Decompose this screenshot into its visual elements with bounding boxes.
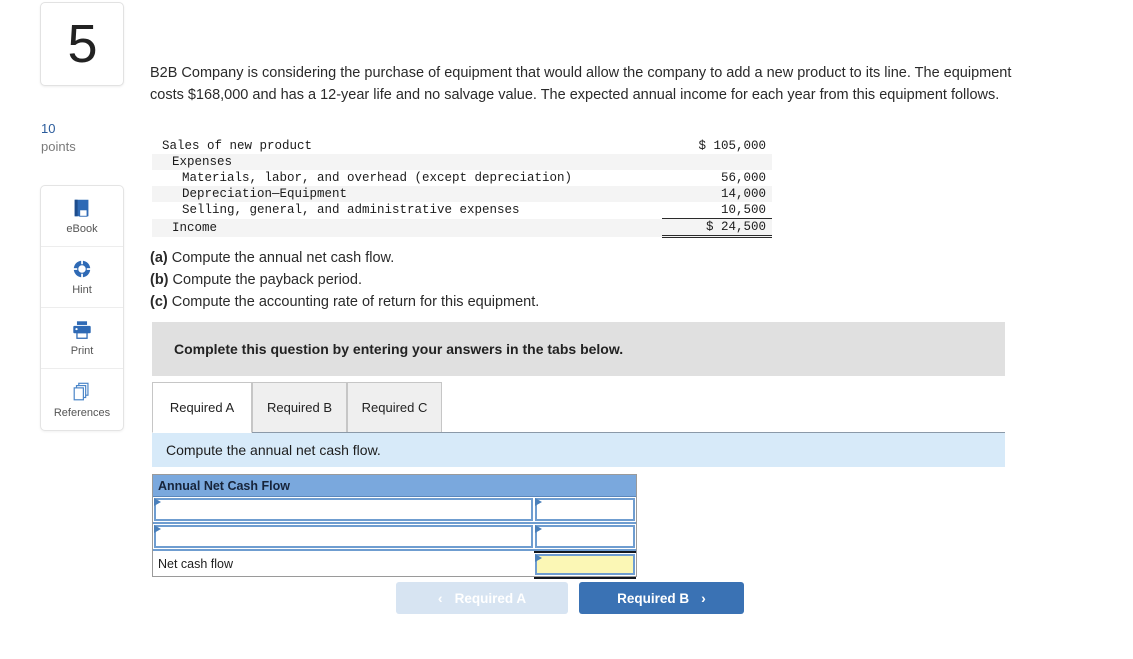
requirement-b: (b) Compute the payback period. [150, 269, 539, 291]
table-row: Depreciation—Equipment 14,000 [152, 186, 772, 202]
points-display: 10 points [41, 120, 76, 155]
answer-row-2-label-input[interactable] [154, 525, 533, 548]
total-underline [534, 577, 636, 579]
fin-row-label: Selling, general, and administrative exp… [182, 203, 520, 218]
tab-required-b-label: Required B [266, 400, 333, 415]
hint-label: Hint [72, 284, 92, 296]
question-number: 5 [67, 14, 97, 74]
financial-statement-table: Sales of new product $ 105,000 Expenses … [152, 138, 772, 238]
answer-grid-header: Annual Net Cash Flow [153, 475, 636, 497]
ebook-label: eBook [66, 223, 98, 235]
next-required-b-button[interactable]: Required B › [579, 582, 744, 614]
requirement-b-text: Compute the payback period. [172, 272, 362, 289]
fin-row-amount: $ 105,000 [698, 139, 766, 153]
net-cash-flow-label: Net cash flow [158, 556, 234, 571]
dropdown-marker-icon [154, 498, 161, 506]
net-cash-flow-value-cell[interactable] [534, 551, 636, 579]
tab-underline [152, 432, 1005, 433]
fin-row-amount: 14,000 [662, 186, 772, 202]
tab-required-c-label: Required C [361, 400, 428, 415]
answer-row-2-value-cell[interactable] [534, 524, 636, 549]
copy-pages-icon [73, 382, 89, 400]
hint-button[interactable]: Hint [41, 247, 123, 308]
table-row: Sales of new product $ 105,000 [152, 138, 772, 154]
net-cash-flow-input[interactable] [535, 554, 635, 575]
requirement-a: (a) Compute the annual net cash flow. [150, 247, 539, 269]
tab-instruction-text: Compute the annual net cash flow. [166, 442, 381, 458]
prev-required-a-label: Required A [454, 590, 527, 606]
table-row [153, 524, 636, 549]
fin-row-label: Income [152, 218, 662, 237]
points-value: 10 [41, 121, 56, 136]
tab-required-b[interactable]: Required B [252, 382, 347, 433]
dropdown-marker-icon [535, 554, 542, 562]
references-label: References [53, 406, 111, 419]
tab-required-a[interactable]: Required A [152, 382, 252, 433]
references-button[interactable]: References [41, 369, 123, 430]
book-icon [74, 199, 89, 217]
ebook-button[interactable]: eBook [41, 186, 123, 247]
tab-instruction-band: Compute the annual net cash flow. [152, 433, 1005, 467]
fin-row-amount: 56,000 [720, 171, 766, 185]
requirement-a-marker: (a) [150, 250, 168, 266]
question-number-box: 5 [40, 2, 124, 86]
question-main-panel: B2B Company is considering the purchase … [150, 0, 1133, 659]
fin-row-label: Expenses [152, 154, 662, 170]
chevron-right-icon: › [701, 590, 706, 606]
dropdown-marker-icon [535, 498, 542, 506]
requirement-b-marker: (b) [150, 272, 169, 289]
points-label: points [41, 138, 76, 154]
table-row: Expenses [152, 154, 772, 170]
instruction-band-text: Complete this question by entering your … [174, 341, 624, 357]
answer-row-2-value-input[interactable] [535, 525, 635, 548]
question-sidebar: 5 10 points eBook Hint Print References [0, 0, 140, 659]
next-required-b-label: Required B [617, 590, 690, 606]
financial-statement-body: Sales of new product $ 105,000 Expenses … [152, 138, 772, 238]
requirement-c-text: Compute the accounting rate of return fo… [171, 294, 540, 311]
chevron-left-icon: ‹ [437, 590, 443, 606]
answer-row-1-value-cell[interactable] [534, 497, 636, 522]
table-row: Selling, general, and administrative exp… [152, 202, 772, 219]
tool-stack: eBook Hint Print References [40, 185, 124, 431]
print-button[interactable]: Print [41, 308, 123, 369]
fin-row-amount: 10,500 [720, 203, 766, 217]
fin-row-label: Sales of new product [162, 139, 313, 153]
requirements-list: (a) Compute the annual net cash flow. (b… [150, 247, 539, 313]
tab-required-a-label: Required A [169, 400, 235, 415]
fin-row-label: Materials, labor, and overhead (except d… [182, 171, 573, 185]
fin-row-amount: $ 24,500 [662, 218, 772, 238]
answer-row-1-label-input[interactable] [154, 498, 533, 521]
instruction-band: Complete this question by entering your … [152, 322, 1005, 376]
answer-grid-header-label: Annual Net Cash Flow [158, 478, 290, 493]
answer-row-1-value-input[interactable] [535, 498, 635, 521]
printer-icon [73, 321, 91, 339]
table-row: Income $ 24,500 [152, 218, 772, 238]
requirement-a-text: Compute the annual net cash flow. [171, 250, 395, 266]
requirement-c: (c) Compute the accounting rate of retur… [150, 291, 539, 313]
lifebuoy-icon [72, 259, 92, 279]
dropdown-marker-icon [535, 525, 542, 533]
prev-required-a-button[interactable]: ‹ Required A [396, 582, 568, 614]
requirement-tabs: Required A Required B Required C [152, 382, 1005, 433]
dropdown-marker-icon [154, 525, 161, 533]
fin-row-label: Depreciation—Equipment [152, 186, 662, 202]
answer-grid: Annual Net Cash Flow Net cash flow [152, 474, 637, 579]
answer-row-1-label-cell[interactable] [153, 497, 534, 522]
table-row: Net cash flow [153, 551, 636, 579]
requirement-c-marker: (c) [150, 294, 168, 311]
tab-required-c[interactable]: Required C [347, 382, 442, 433]
answer-row-2-label-cell[interactable] [153, 524, 534, 549]
fin-row-amount [662, 154, 772, 170]
table-row [153, 497, 636, 522]
print-label: Print [70, 345, 94, 357]
net-cash-flow-label-cell: Net cash flow [153, 551, 534, 576]
table-row: Materials, labor, and overhead (except d… [152, 170, 772, 186]
question-prompt: B2B Company is considering the purchase … [150, 65, 1012, 104]
